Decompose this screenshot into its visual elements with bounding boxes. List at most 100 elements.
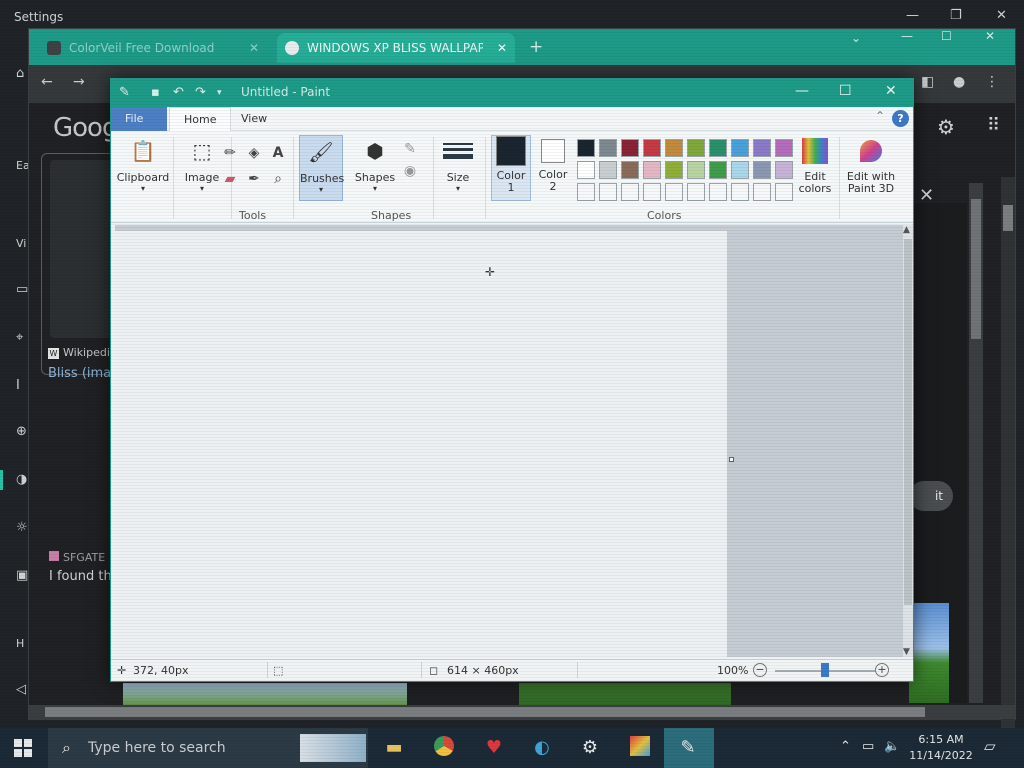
settings-gear-icon[interactable]: ⚙: [578, 736, 602, 760]
palette-swatch[interactable]: [621, 183, 639, 201]
palette-swatch[interactable]: [687, 161, 705, 179]
new-tab-button[interactable]: +: [529, 37, 543, 57]
sfgate-snippet[interactable]: I found th: [49, 569, 112, 584]
palette-swatch[interactable]: [643, 139, 661, 157]
palette-swatch[interactable]: [621, 139, 639, 157]
heart-app-icon[interactable]: ♥: [482, 736, 506, 760]
paint-app-icon[interactable]: ✎: [119, 85, 130, 100]
settings-maximize-button[interactable]: ❐: [950, 8, 962, 23]
horizontal-scroll-thumb[interactable]: [45, 707, 925, 717]
tab-close-icon[interactable]: ✕: [497, 41, 507, 55]
menu-icon[interactable]: ⋮: [985, 74, 999, 90]
taskbar-search[interactable]: ⌕ Type here to search: [48, 728, 368, 768]
paint-close-button[interactable]: ✕: [885, 83, 897, 99]
text-tool-icon[interactable]: A: [269, 145, 287, 163]
chrome-maximize-button[interactable]: ☐: [941, 29, 952, 43]
palette-swatch[interactable]: [577, 139, 595, 157]
profile-icon[interactable]: ●: [953, 74, 965, 90]
brushes-button[interactable]: 🖌 Brushes ▾: [299, 135, 344, 201]
palette-swatch[interactable]: [665, 161, 683, 179]
edge-icon[interactable]: ◐: [530, 736, 554, 760]
undo-icon[interactable]: ↶: [173, 85, 184, 100]
page-scrollbar[interactable]: [1001, 177, 1015, 768]
show-hidden-icons-icon[interactable]: ⌃: [840, 739, 851, 754]
chrome-minimize-button[interactable]: —: [901, 29, 913, 43]
pencil-icon[interactable]: ✏: [221, 145, 239, 163]
customize-qat-icon[interactable]: ▾: [217, 88, 222, 98]
bottom-thumbnail-2[interactable]: [519, 683, 731, 707]
palette-swatch[interactable]: [753, 139, 771, 157]
gear-icon[interactable]: ⚙: [937, 115, 955, 139]
palette-swatch[interactable]: [731, 139, 749, 157]
horizontal-scrollbar[interactable]: [29, 705, 1015, 719]
close-panel-icon[interactable]: ✕: [919, 185, 934, 206]
tab-view[interactable]: View: [227, 107, 281, 131]
panel-scrollbar[interactable]: [969, 183, 983, 703]
drawing-canvas[interactable]: ✛: [115, 231, 727, 657]
forward-arrow-icon[interactable]: →: [73, 74, 85, 90]
apps-grid-icon[interactable]: ⠿: [987, 115, 1000, 136]
tab-home[interactable]: Home: [169, 107, 232, 131]
palette-swatch[interactable]: [599, 161, 617, 179]
redo-icon[interactable]: ↷: [195, 85, 206, 100]
tab-colorveil[interactable]: ColorVeil Free Download ✕: [39, 33, 267, 63]
canvas-vertical-scrollbar[interactable]: ▲ ▼: [903, 225, 913, 657]
zoom-slider-thumb[interactable]: [821, 663, 829, 677]
canvas-scroll-thumb[interactable]: [904, 239, 912, 605]
palette-swatch[interactable]: [643, 161, 661, 179]
settings-minimize-button[interactable]: —: [906, 8, 919, 23]
outline-icon[interactable]: ✎: [401, 141, 419, 159]
palette-swatch[interactable]: [577, 161, 595, 179]
tab-bliss-wallpaper[interactable]: WINDOWS XP BLISS WALLPAPER ✕: [277, 33, 515, 63]
panel-scroll-thumb[interactable]: [971, 199, 981, 339]
palette-swatch[interactable]: [731, 183, 749, 201]
palette-swatch[interactable]: [731, 161, 749, 179]
windows-start-icon[interactable]: [14, 739, 32, 757]
tab-file[interactable]: File: [111, 107, 167, 131]
palette-swatch[interactable]: [621, 161, 639, 179]
network-icon[interactable]: ▭: [862, 739, 874, 754]
bliss-thumbnail[interactable]: [909, 603, 949, 703]
color1-button[interactable]: Color 1: [491, 135, 531, 201]
back-arrow-icon[interactable]: ←: [41, 74, 53, 90]
palette-swatch[interactable]: [709, 161, 727, 179]
size-button[interactable]: Size ▾: [437, 135, 479, 201]
edit-colors-button[interactable]: Edit colors: [795, 135, 835, 201]
chevron-down-icon[interactable]: ⌄: [851, 31, 861, 45]
scroll-up-icon[interactable]: ▲: [903, 225, 910, 235]
palette-swatch[interactable]: [577, 183, 595, 201]
side-panel-icon[interactable]: ◧: [921, 74, 934, 90]
google-logo[interactable]: Goog: [53, 113, 118, 143]
shapes-button[interactable]: ⬢ Shapes ▾: [351, 135, 399, 201]
color-picker-icon[interactable]: ✒: [245, 171, 263, 189]
palette-swatch[interactable]: [709, 183, 727, 201]
edit-with-paint3d-button[interactable]: Edit with Paint 3D: [841, 135, 901, 201]
paint-minimize-button[interactable]: —: [795, 83, 809, 99]
palette-swatch[interactable]: [599, 139, 617, 157]
clock[interactable]: 6:15 AM 11/14/2022: [904, 732, 978, 764]
palette-swatch[interactable]: [665, 139, 683, 157]
volume-icon[interactable]: 🔈: [884, 739, 900, 754]
palette-swatch[interactable]: [753, 183, 771, 201]
help-icon[interactable]: ?: [892, 110, 909, 127]
palette-swatch[interactable]: [665, 183, 683, 201]
paint-maximize-button[interactable]: ☐: [839, 83, 852, 99]
chevron-up-icon[interactable]: ⌃: [875, 109, 885, 123]
paint-taskbar-icon[interactable]: ✎: [676, 736, 700, 760]
scroll-down-icon[interactable]: ▼: [903, 647, 910, 657]
palette-swatch[interactable]: [599, 183, 617, 201]
canvas-resize-handle[interactable]: [729, 457, 734, 462]
settings-close-button[interactable]: ✕: [996, 8, 1007, 23]
palette-swatch[interactable]: [753, 161, 771, 179]
palette-swatch[interactable]: [687, 183, 705, 201]
zoom-out-button[interactable]: −: [753, 663, 767, 677]
submit-button[interactable]: it: [909, 481, 953, 511]
magnifier-icon[interactable]: ⌕: [269, 171, 287, 189]
fill-shape-icon[interactable]: ◉: [401, 163, 419, 181]
photos-icon[interactable]: [628, 736, 652, 760]
zoom-in-button[interactable]: +: [875, 663, 889, 677]
chrome-icon[interactable]: [432, 736, 456, 760]
file-explorer-icon[interactable]: ▬: [382, 736, 406, 760]
notification-icon[interactable]: ▱: [984, 737, 996, 755]
palette-swatch[interactable]: [775, 183, 793, 201]
